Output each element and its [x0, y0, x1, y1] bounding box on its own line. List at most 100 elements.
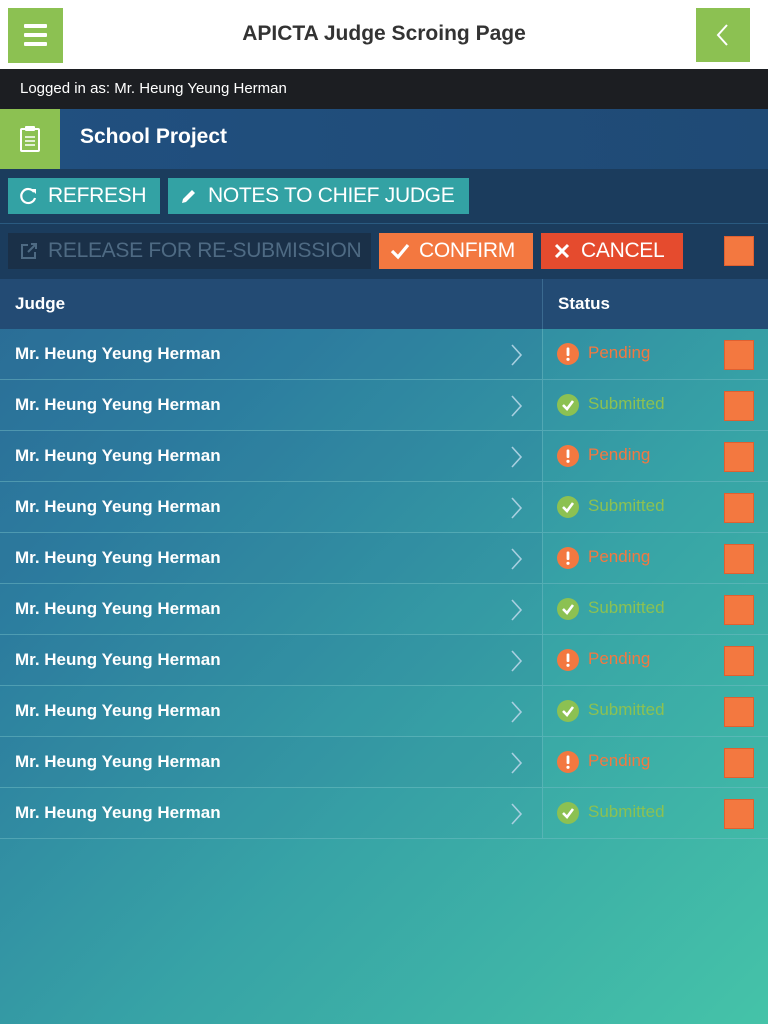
table-row[interactable]: Mr. Heung Yeung Herman Pending	[0, 533, 768, 584]
column-divider	[542, 737, 543, 787]
table-row[interactable]: Mr. Heung Yeung Herman Submitted	[0, 788, 768, 839]
release-label: RELEASE FOR RE-SUBMISSION	[48, 239, 362, 262]
submitted-check-icon	[557, 496, 579, 518]
row-checkbox[interactable]	[724, 697, 754, 727]
notes-to-chief-judge-button[interactable]: NOTES TO CHIEF JUDGE	[168, 178, 469, 214]
judge-name: Mr. Heung Yeung Herman	[15, 752, 221, 771]
column-divider	[542, 533, 543, 583]
toolbar-primary: REFRESH NOTES TO CHIEF JUDGE	[0, 169, 768, 223]
checkmark-icon	[389, 240, 411, 262]
column-divider	[542, 482, 543, 532]
status-text: Submitted	[588, 802, 665, 821]
column-divider	[542, 788, 543, 838]
section-icon-box	[0, 109, 60, 169]
chevron-right-icon	[511, 446, 523, 468]
judge-name: Mr. Heung Yeung Herman	[15, 650, 221, 669]
pending-alert-icon	[557, 649, 579, 671]
column-divider	[542, 380, 543, 430]
status-text: Pending	[588, 649, 651, 668]
judge-name: Mr. Heung Yeung Herman	[15, 701, 221, 720]
section-title: School Project	[80, 125, 228, 148]
table-row[interactable]: Mr. Heung Yeung Herman Pending	[0, 329, 768, 380]
refresh-icon	[18, 185, 40, 207]
chevron-right-icon	[511, 395, 523, 417]
column-divider	[542, 329, 543, 379]
table-row[interactable]: Mr. Heung Yeung Herman Submitted	[0, 584, 768, 635]
notes-label: NOTES TO CHIEF JUDGE	[208, 184, 455, 207]
close-icon	[551, 240, 573, 262]
submitted-check-icon	[557, 394, 579, 416]
row-checkbox[interactable]	[724, 646, 754, 676]
status-text: Pending	[588, 751, 651, 770]
pending-alert-icon	[557, 751, 579, 773]
logged-in-bar: Logged in as: Mr. Heung Yeung Herman	[0, 69, 768, 109]
row-checkbox[interactable]	[724, 748, 754, 778]
row-checkbox[interactable]	[724, 544, 754, 574]
table-row[interactable]: Mr. Heung Yeung Herman Submitted	[0, 380, 768, 431]
judge-name: Mr. Heung Yeung Herman	[15, 446, 221, 465]
table-row[interactable]: Mr. Heung Yeung Herman Pending	[0, 635, 768, 686]
release-for-resubmission-button[interactable]: RELEASE FOR RE-SUBMISSION	[8, 233, 371, 269]
table-header: Judge Status	[0, 279, 768, 329]
chevron-right-icon	[511, 752, 523, 774]
status-text: Submitted	[588, 598, 665, 617]
judge-name: Mr. Heung Yeung Herman	[15, 395, 221, 414]
submitted-check-icon	[557, 598, 579, 620]
row-checkbox[interactable]	[724, 595, 754, 625]
column-divider	[542, 431, 543, 481]
judge-name: Mr. Heung Yeung Herman	[15, 344, 221, 363]
pencil-icon	[178, 185, 200, 207]
submitted-check-icon	[557, 700, 579, 722]
page-title: APICTA Judge Scroing Page	[242, 22, 526, 45]
logged-in-text: Logged in as: Mr. Heung Yeung Herman	[20, 80, 287, 97]
judge-name: Mr. Heung Yeung Herman	[15, 548, 221, 567]
status-text: Pending	[588, 547, 651, 566]
row-checkbox[interactable]	[724, 340, 754, 370]
status-text: Submitted	[588, 700, 665, 719]
table-row[interactable]: Mr. Heung Yeung Herman Pending	[0, 431, 768, 482]
table-row[interactable]: Mr. Heung Yeung Herman Submitted	[0, 482, 768, 533]
row-checkbox[interactable]	[724, 493, 754, 523]
judge-name: Mr. Heung Yeung Herman	[15, 599, 221, 618]
judge-list: Mr. Heung Yeung Herman Pending Mr. Heung…	[0, 329, 768, 839]
chevron-right-icon	[511, 497, 523, 519]
status-text: Submitted	[588, 496, 665, 515]
refresh-label: REFRESH	[48, 184, 147, 207]
confirm-label: CONFIRM	[419, 239, 515, 262]
chevron-right-icon	[511, 599, 523, 621]
row-checkbox[interactable]	[724, 442, 754, 472]
pending-alert-icon	[557, 547, 579, 569]
confirm-button[interactable]: CONFIRM	[379, 233, 533, 269]
chevron-right-icon	[511, 344, 523, 366]
status-text: Pending	[588, 343, 651, 362]
back-button[interactable]	[696, 8, 750, 62]
select-all-checkbox[interactable]	[724, 236, 754, 266]
column-divider	[542, 635, 543, 685]
pending-alert-icon	[557, 343, 579, 365]
chevron-right-icon	[511, 548, 523, 570]
column-divider	[542, 686, 543, 736]
clipboard-icon	[20, 126, 40, 152]
chevron-right-icon	[511, 650, 523, 672]
app-header: APICTA Judge Scroing Page	[0, 0, 768, 69]
submitted-check-icon	[557, 802, 579, 824]
table-row[interactable]: Mr. Heung Yeung Herman Submitted	[0, 686, 768, 737]
table-row[interactable]: Mr. Heung Yeung Herman Pending	[0, 737, 768, 788]
refresh-button[interactable]: REFRESH	[8, 178, 160, 214]
judge-name: Mr. Heung Yeung Herman	[15, 497, 221, 516]
column-header-status: Status	[558, 294, 610, 313]
status-text: Pending	[588, 445, 651, 464]
row-checkbox[interactable]	[724, 799, 754, 829]
column-divider	[542, 584, 543, 634]
column-header-judge: Judge	[15, 294, 66, 313]
toolbar-secondary: RELEASE FOR RE-SUBMISSION CONFIRM CANCEL	[0, 223, 768, 279]
external-link-icon	[18, 240, 40, 262]
pending-alert-icon	[557, 445, 579, 467]
cancel-button[interactable]: CANCEL	[541, 233, 683, 269]
chevron-left-icon	[716, 24, 728, 46]
section-header: School Project	[0, 109, 768, 169]
column-divider	[542, 279, 543, 329]
chevron-right-icon	[511, 803, 523, 825]
row-checkbox[interactable]	[724, 391, 754, 421]
chevron-right-icon	[511, 701, 523, 723]
